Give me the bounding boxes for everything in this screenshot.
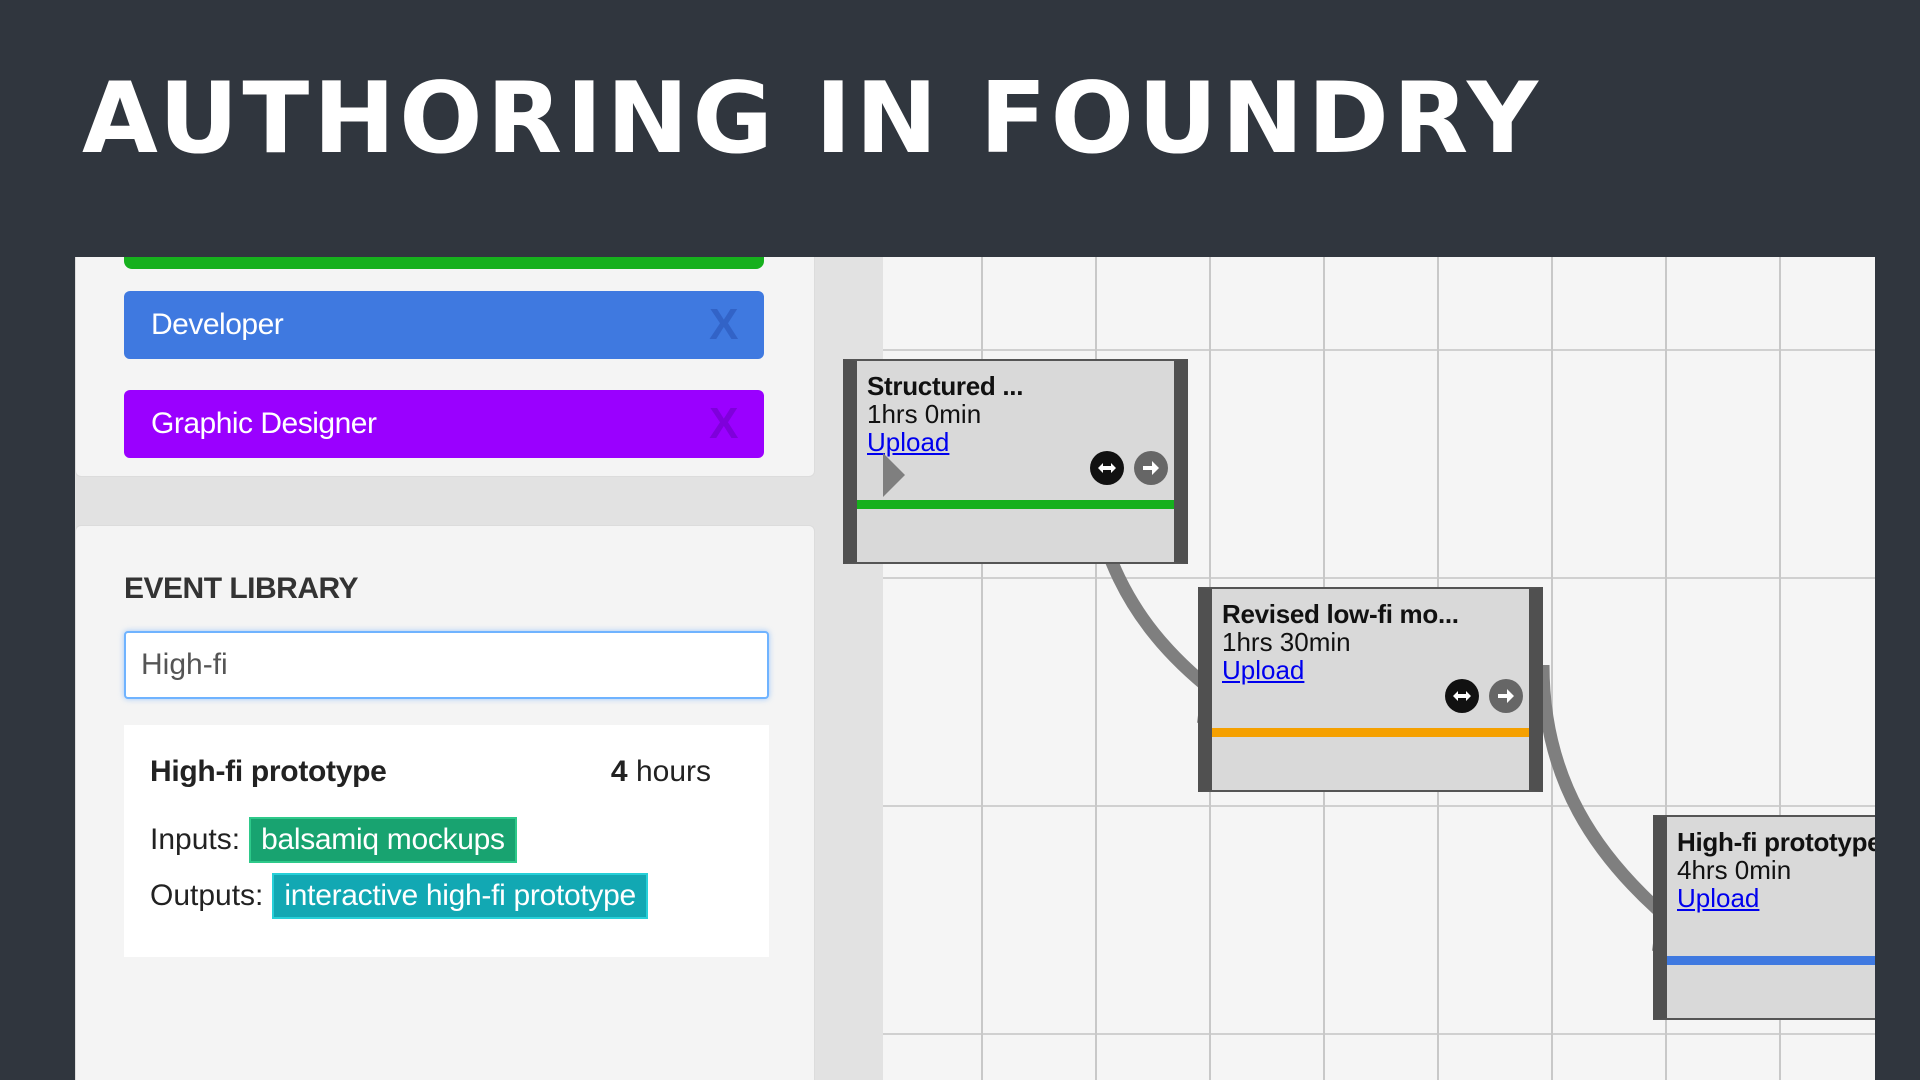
foundry-screenshot: Developer X Graphic Designer X EVENT LIB… — [75, 257, 1875, 1080]
timeline-task[interactable]: High-fi prototype 4hrs 0min Upload — [1653, 815, 1875, 1020]
upload-link[interactable]: Upload — [1677, 883, 1759, 914]
role-chip-graphic-designer[interactable]: Graphic Designer X — [124, 390, 764, 458]
role-label: Graphic Designer — [151, 407, 377, 440]
task-title: Structured ... — [867, 371, 1024, 401]
event-library-panel: EVENT LIBRARY High-fi prototype 4 hours … — [75, 525, 815, 1080]
event-inputs-row: Inputs: balsamiq mockups — [150, 817, 517, 863]
task-role-bar — [1667, 956, 1875, 965]
output-tag[interactable]: interactive high-fi prototype — [272, 873, 648, 919]
timeline-task[interactable]: Revised low-fi mo... 1hrs 30min Upload — [1198, 587, 1543, 792]
slide-title: AUTHORING IN FOUNDRY — [82, 62, 1542, 176]
task-actions — [1445, 679, 1523, 713]
inputs-label: Inputs: — [150, 823, 241, 856]
role-label: Developer — [151, 308, 284, 341]
role-chip-developer[interactable]: Developer X — [124, 291, 764, 359]
upload-link[interactable]: Upload — [1222, 655, 1304, 686]
arrow-right-icon[interactable] — [1489, 679, 1523, 713]
event-duration-value: 4 — [610, 755, 628, 788]
close-icon[interactable]: X — [709, 399, 738, 449]
event-name: High-fi prototype — [150, 755, 387, 788]
outputs-label: Outputs: — [150, 879, 264, 912]
task-actions — [1090, 451, 1168, 485]
task-role-bar — [1212, 728, 1529, 737]
task-title: High-fi prototype — [1677, 827, 1875, 857]
event-duration-unit: hours — [635, 755, 711, 788]
event-result-card[interactable]: High-fi prototype 4 hours Inputs: balsam… — [124, 725, 769, 957]
task-duration: 1hrs 30min — [1222, 627, 1351, 657]
task-duration: 4hrs 0min — [1677, 855, 1792, 885]
task-duration: 1hrs 0min — [867, 399, 982, 429]
event-duration: 4 hours — [611, 755, 711, 789]
timeline-canvas[interactable]: Structured ... 1hrs 0min Upload Revised … — [843, 257, 1875, 1080]
task-title: Revised low-fi mo... — [1222, 599, 1459, 629]
close-icon[interactable]: X — [709, 300, 738, 350]
incoming-arrow-icon — [883, 453, 905, 497]
roles-panel: Developer X Graphic Designer X — [75, 257, 815, 477]
swap-arrows-icon[interactable] — [1090, 451, 1124, 485]
event-library-heading: EVENT LIBRARY — [124, 572, 359, 605]
upload-link[interactable]: Upload — [867, 427, 949, 458]
task-role-bar — [857, 500, 1174, 509]
swap-arrows-icon[interactable] — [1445, 679, 1479, 713]
role-chip-partial[interactable] — [124, 257, 764, 269]
arrow-right-icon[interactable] — [1134, 451, 1168, 485]
event-outputs-row: Outputs: interactive high-fi prototype — [150, 873, 648, 919]
event-search-input[interactable] — [124, 631, 769, 699]
input-tag[interactable]: balsamiq mockups — [249, 817, 517, 863]
